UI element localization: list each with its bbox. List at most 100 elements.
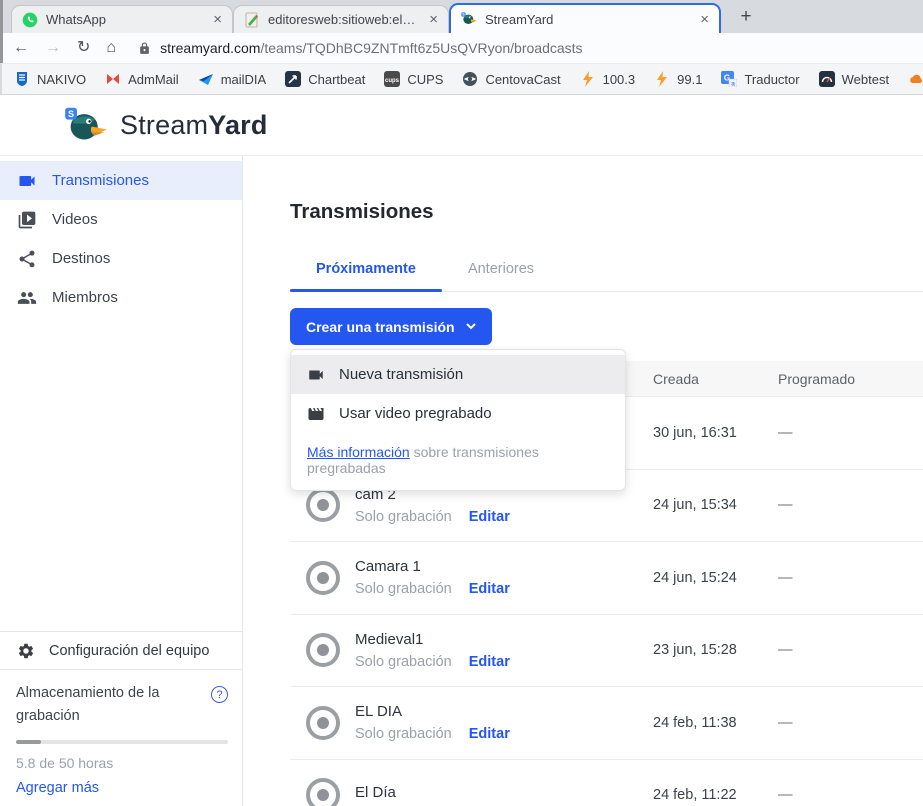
create-broadcast-label: Crear una transmisión (306, 319, 455, 335)
tab-title: WhatsApp (46, 12, 205, 27)
back-icon[interactable]: ← (13, 40, 29, 56)
bookmark-webtest[interactable]: Webtest (819, 71, 889, 87)
created-cell: 24 jun, 15:24 (653, 570, 778, 586)
sidebar-item-label: Destinos (52, 250, 110, 267)
radio-bolt-icon (654, 71, 670, 87)
bookmark-nakivo[interactable]: NAKIVO (14, 71, 86, 87)
bookmark-label: 99.1 (677, 72, 702, 87)
tab-title: StreamYard (485, 12, 692, 27)
forward-icon[interactable]: → (45, 40, 61, 56)
menu-item-video-pregrabado[interactable]: Usar video pregrabado (291, 394, 625, 433)
scheduled-cell: — (778, 425, 923, 441)
dropdown-info: Más información sobre transmisiones preg… (291, 433, 625, 490)
tab-proximamente[interactable]: Próximamente (290, 261, 442, 291)
storage-title: Almacenamiento de la grabación (16, 682, 184, 727)
centovacast-icon (462, 71, 478, 87)
bookmark-chartbeat[interactable]: Chartbeat (285, 71, 365, 87)
bookmark-label: mailDIA (221, 72, 267, 87)
address-bar[interactable]: streamyard.com/teams/TQDhBC9ZNTmft6z5UsQ… (138, 40, 582, 56)
bookmark-centovacast[interactable]: CentovaCast (462, 71, 560, 87)
created-cell: 23 jun, 15:28 (653, 642, 778, 658)
radio-bolt-icon (580, 71, 596, 87)
brand-regular: Stream (120, 110, 208, 140)
record-icon (306, 706, 340, 740)
scheduled-cell: — (778, 715, 923, 731)
created-cell: 24 feb, 11:38 (653, 715, 778, 731)
members-icon (17, 288, 37, 308)
bookmark-100-3[interactable]: 100.3 (580, 71, 636, 87)
scheduled-cell: — (778, 497, 923, 513)
sidebar-item-miembros[interactable]: Miembros (0, 278, 242, 317)
cloudflare-icon (908, 71, 923, 87)
bookmark-99-1[interactable]: 99.1 (654, 71, 702, 87)
broadcast-title: Medieval1 (355, 631, 510, 648)
broadcast-subtitle: Solo grabación (355, 726, 452, 742)
streamyard-logo: S (64, 106, 108, 144)
sidebar-item-videos[interactable]: Videos (0, 200, 242, 239)
scheduled-cell: — (778, 570, 923, 586)
sidebar-item-label: Videos (52, 211, 98, 228)
table-row[interactable]: Camara 1 Solo grabaciónEditar 24 jun, 15… (290, 542, 923, 615)
tab-streamyard[interactable]: S StreamYard × (449, 3, 721, 33)
add-more-link[interactable]: Agregar más (16, 780, 228, 796)
table-row[interactable]: EL DIA Solo grabaciónEditar 24 feb, 11:3… (290, 687, 923, 760)
translate-icon: Ga (721, 71, 737, 87)
record-icon (306, 778, 340, 806)
sidebar-item-destinos[interactable]: Destinos (0, 239, 242, 278)
sidebar-item-label: Transmisiones (52, 172, 149, 189)
bookmark-maildia[interactable]: mailDIA (198, 71, 267, 87)
storage-section: Almacenamiento de la grabación ? 5.8 de … (0, 669, 242, 806)
bookmark-traductor[interactable]: Ga Traductor (721, 71, 799, 87)
gear-icon (17, 642, 35, 660)
broadcast-subtitle: Solo grabación (355, 509, 452, 525)
menu-item-nueva-transmision[interactable]: Nueva transmisión (291, 355, 625, 394)
bookmark-cups[interactable]: cups CUPS (384, 71, 443, 87)
team-settings-label: Configuración del equipo (49, 643, 209, 659)
video-library-icon (17, 210, 37, 230)
record-icon (306, 633, 340, 667)
edit-link[interactable]: Editar (469, 509, 510, 525)
help-icon[interactable]: ? (211, 686, 228, 703)
edit-link[interactable]: Editar (469, 726, 510, 742)
home-icon[interactable]: ⌂ (106, 40, 116, 56)
table-row[interactable]: Medieval1 Solo grabación Editar 23 jun, 1… (290, 615, 923, 688)
lock-icon (138, 42, 151, 55)
mas-informacion-link[interactable]: Más información (307, 444, 410, 460)
record-icon (306, 561, 340, 595)
chevron-down-icon (466, 323, 476, 330)
tab-close-icon[interactable]: × (700, 12, 709, 27)
record-icon (306, 488, 340, 522)
create-broadcast-button[interactable]: Crear una transmisión (290, 308, 492, 345)
edit-link[interactable]: Editar (469, 581, 510, 597)
page-title: Transmisiones (290, 200, 923, 224)
tab-editoresweb[interactable]: editoresweb:sitioweb:eldia.co × (233, 5, 449, 33)
new-tab-button[interactable]: + (733, 4, 759, 30)
tab-whatsapp[interactable]: WhatsApp × (11, 5, 233, 33)
svg-text:a: a (732, 80, 736, 87)
edit-link[interactable]: Editar (469, 654, 510, 670)
chartbeat-icon (285, 71, 301, 87)
bookmarks-bar: NAKIVO AdmMail mailDIA Chartbeat cups CU… (0, 63, 923, 95)
browser-toolbar: ← → ↻ ⌂ streamyard.com/teams/TQDhBC9ZNTm… (0, 33, 923, 63)
bookmark-cloudflare[interactable]: CloudFlare (908, 71, 923, 87)
team-settings-button[interactable]: Configuración del equipo (0, 631, 242, 669)
bookmark-label: 100.3 (603, 72, 636, 87)
brand-wordmark[interactable]: StreamYard (120, 110, 268, 141)
reload-icon[interactable]: ↻ (77, 40, 90, 56)
editor-page-icon (244, 12, 260, 28)
share-icon (17, 249, 37, 269)
tab-anteriores[interactable]: Anteriores (442, 261, 560, 291)
cups-icon: cups (384, 71, 400, 87)
movie-icon (307, 405, 325, 423)
storage-progress (16, 740, 228, 744)
menu-item-label: Usar video pregrabado (339, 405, 492, 422)
scheduled-cell: — (778, 642, 923, 658)
created-cell: 24 feb, 11:22 (653, 787, 778, 803)
table-row[interactable]: El Día 24 feb, 11:22 — (290, 760, 923, 806)
bookmark-admmail[interactable]: AdmMail (105, 71, 179, 87)
broadcast-tabs: Próximamente Anteriores (290, 261, 923, 292)
sidebar-item-transmisiones[interactable]: Transmisiones (0, 161, 242, 200)
tab-close-icon[interactable]: × (213, 12, 222, 27)
broadcast-subtitle: Solo grabación (355, 654, 452, 670)
tab-close-icon[interactable]: × (429, 12, 438, 27)
